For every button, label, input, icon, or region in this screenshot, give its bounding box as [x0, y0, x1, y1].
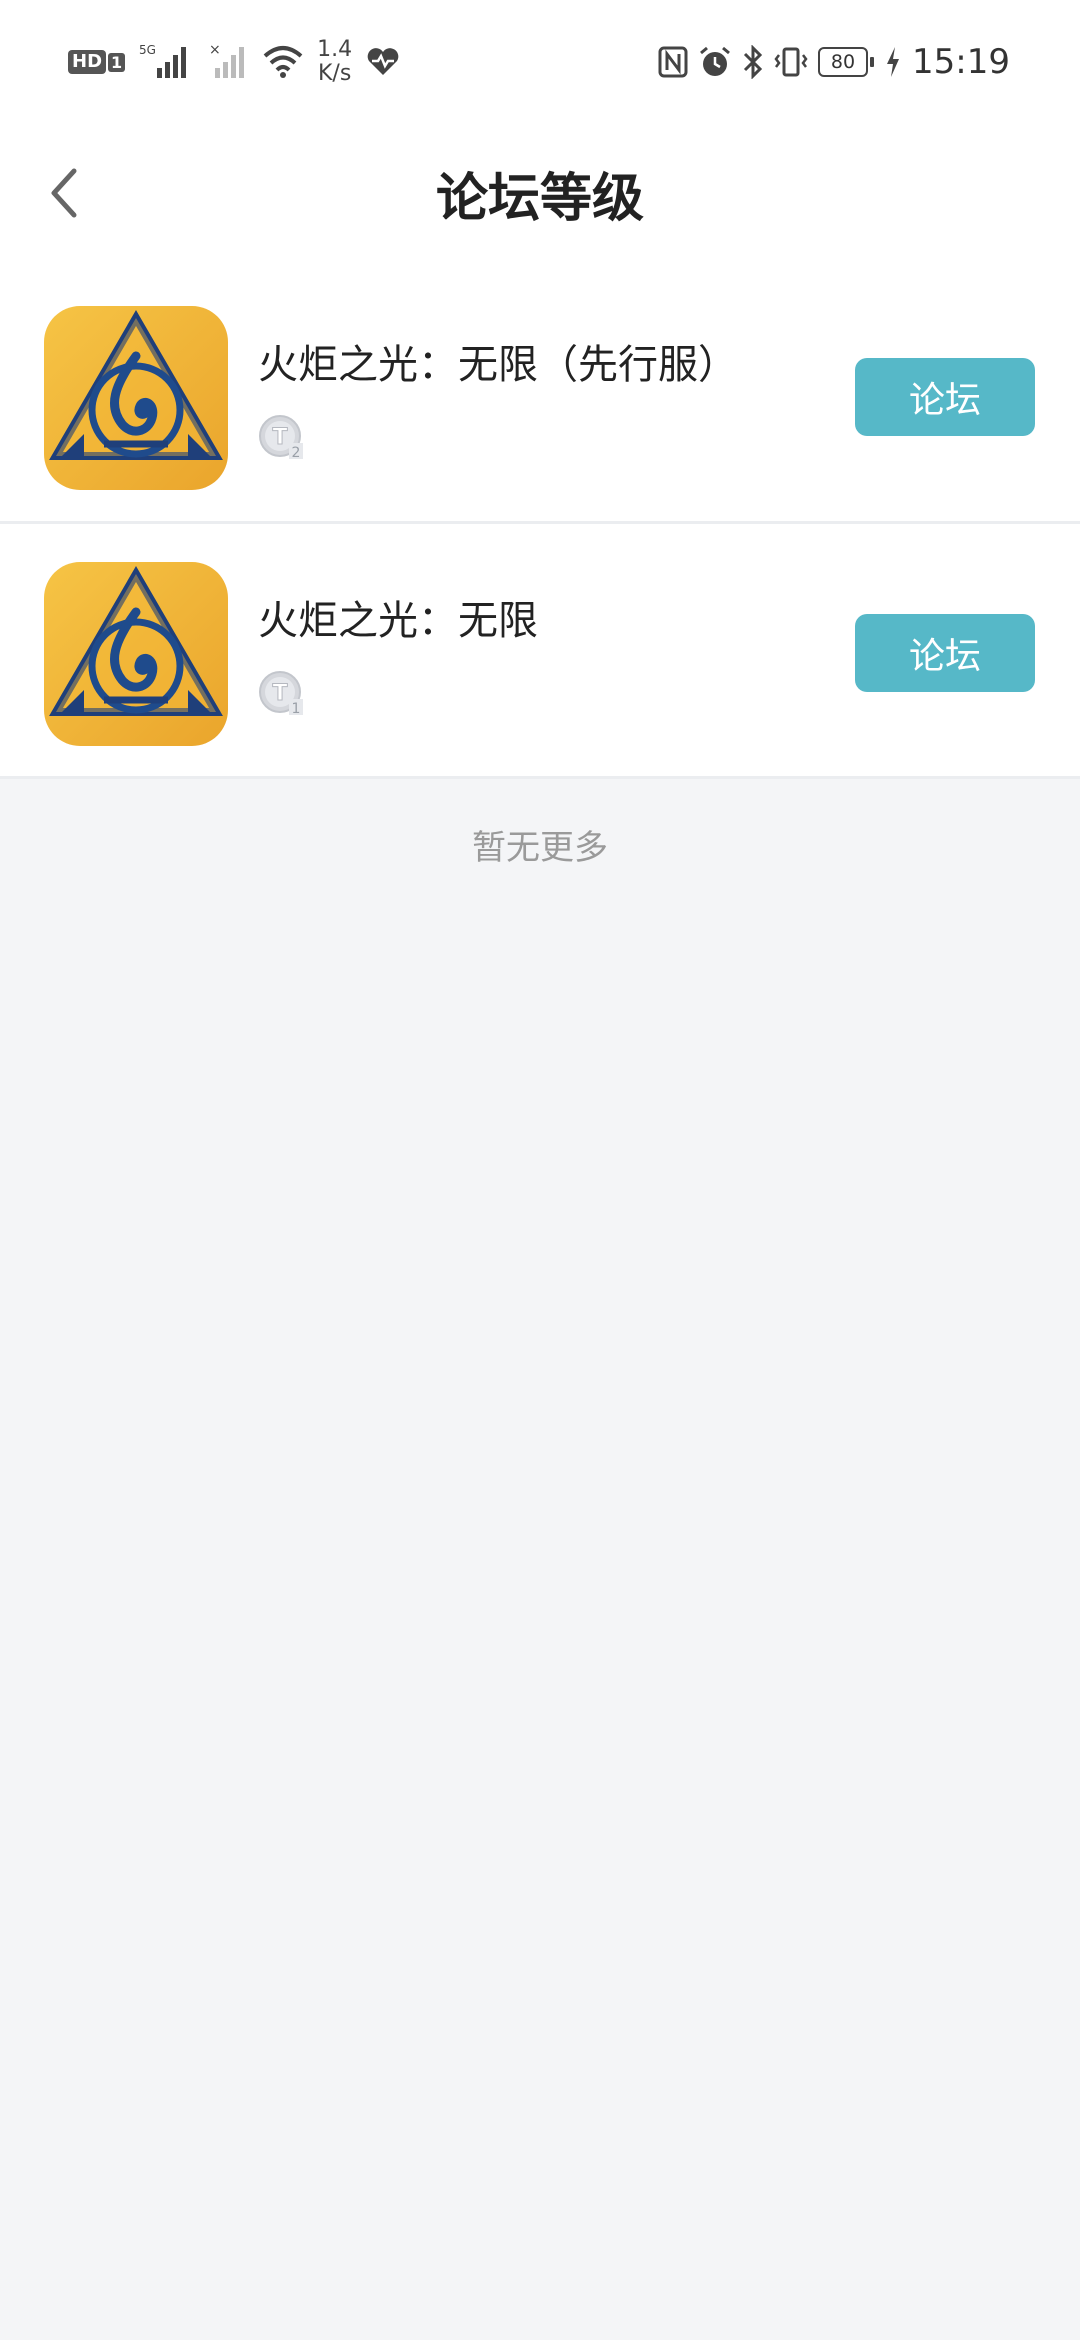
- back-button[interactable]: [34, 158, 94, 228]
- health-heart-icon: [366, 47, 400, 77]
- svg-text:T: T: [272, 425, 287, 450]
- speed-value: 1.4: [317, 37, 353, 62]
- chevron-left-icon: [51, 168, 77, 218]
- charging-bolt-icon: [884, 45, 902, 79]
- forum-button[interactable]: 论坛: [855, 614, 1035, 692]
- forum-name: 火炬之光：无限（先行服）: [258, 342, 738, 388]
- battery-level: 80: [830, 51, 856, 73]
- alarm-clock-icon: [698, 45, 732, 79]
- hd-voice-icon: HD 1: [68, 50, 126, 74]
- nfc-icon: [658, 46, 688, 78]
- svg-text:T: T: [272, 681, 287, 706]
- list-item: 火炬之光：无限（先行服） T 2 论坛: [0, 266, 1080, 524]
- app-header: 论坛等级: [0, 120, 1080, 266]
- level-number: 2: [292, 445, 301, 461]
- status-right: 80 15:19: [658, 36, 1010, 88]
- no-more-text: 暂无更多: [472, 828, 608, 868]
- wifi-icon: [263, 44, 303, 80]
- hd-sim-label: 1: [108, 52, 126, 72]
- vibrate-icon: [774, 45, 808, 79]
- level-badge-icon: T 1: [258, 670, 306, 718]
- speed-unit: K/s: [318, 61, 352, 86]
- bluetooth-icon: [742, 45, 764, 79]
- hd-label: HD: [68, 50, 107, 74]
- svg-text:×: ×: [209, 42, 221, 58]
- forum-name: 火炬之光：无限: [258, 598, 538, 644]
- level-badge-icon: T 2: [258, 414, 306, 462]
- status-left: HD 1 5G × 1.4 K/s: [68, 36, 400, 88]
- status-bar: HD 1 5G × 1.4 K/s 80 15:19: [0, 0, 1080, 120]
- level-number: 1: [292, 701, 301, 717]
- forum-level-list: 火炬之光：无限（先行服） T 2 论坛 火炬之光：无限 T 1 论坛: [0, 266, 1080, 779]
- network-speed: 1.4 K/s: [317, 38, 352, 86]
- network-type-label: 5G: [139, 43, 156, 57]
- clock-time: 15:19: [912, 42, 1010, 82]
- page-title: 论坛等级: [435, 168, 644, 229]
- game-app-icon: [44, 306, 228, 490]
- cellular-signal-icon: 5G: [139, 42, 195, 82]
- forum-button[interactable]: 论坛: [855, 358, 1035, 436]
- battery-indicator: 80: [818, 47, 875, 77]
- game-app-icon: [44, 562, 228, 746]
- cellular-signal-off-icon: ×: [209, 42, 249, 82]
- list-item: 火炬之光：无限 T 1 论坛: [0, 524, 1080, 779]
